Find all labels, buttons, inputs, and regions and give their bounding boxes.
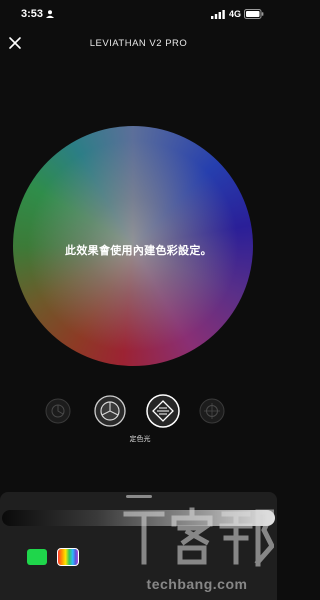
- spectrum-mode-icon: [94, 395, 126, 427]
- wheel-message: 此效果會使用內建色彩設定。: [65, 245, 212, 257]
- status-bar: 3:53 4G: [0, 0, 277, 32]
- green-swatch[interactable]: [27, 549, 47, 565]
- rainbow-swatch[interactable]: [57, 548, 79, 566]
- network-label: 4G: [229, 9, 242, 19]
- status-time: 3:53: [21, 8, 44, 20]
- sheet-handle[interactable]: [126, 495, 152, 498]
- static-mode-icon: [146, 394, 180, 428]
- device-title: LEVIATHAN V2 PRO: [89, 38, 188, 49]
- person-icon: [46, 10, 54, 18]
- bottom-sheet: [0, 492, 277, 600]
- mode-icon: [45, 398, 71, 424]
- signal-icon: [211, 10, 225, 19]
- selected-mode-caption: 定色光: [129, 436, 151, 443]
- mode-icon: [199, 398, 225, 424]
- mode-button-1[interactable]: [45, 398, 71, 424]
- brightness-slider[interactable]: [2, 510, 275, 526]
- static-mode-button[interactable]: [146, 394, 180, 428]
- spectrum-mode-button[interactable]: [94, 395, 126, 427]
- mode-button-4[interactable]: [199, 398, 225, 424]
- battery-icon: [244, 9, 264, 19]
